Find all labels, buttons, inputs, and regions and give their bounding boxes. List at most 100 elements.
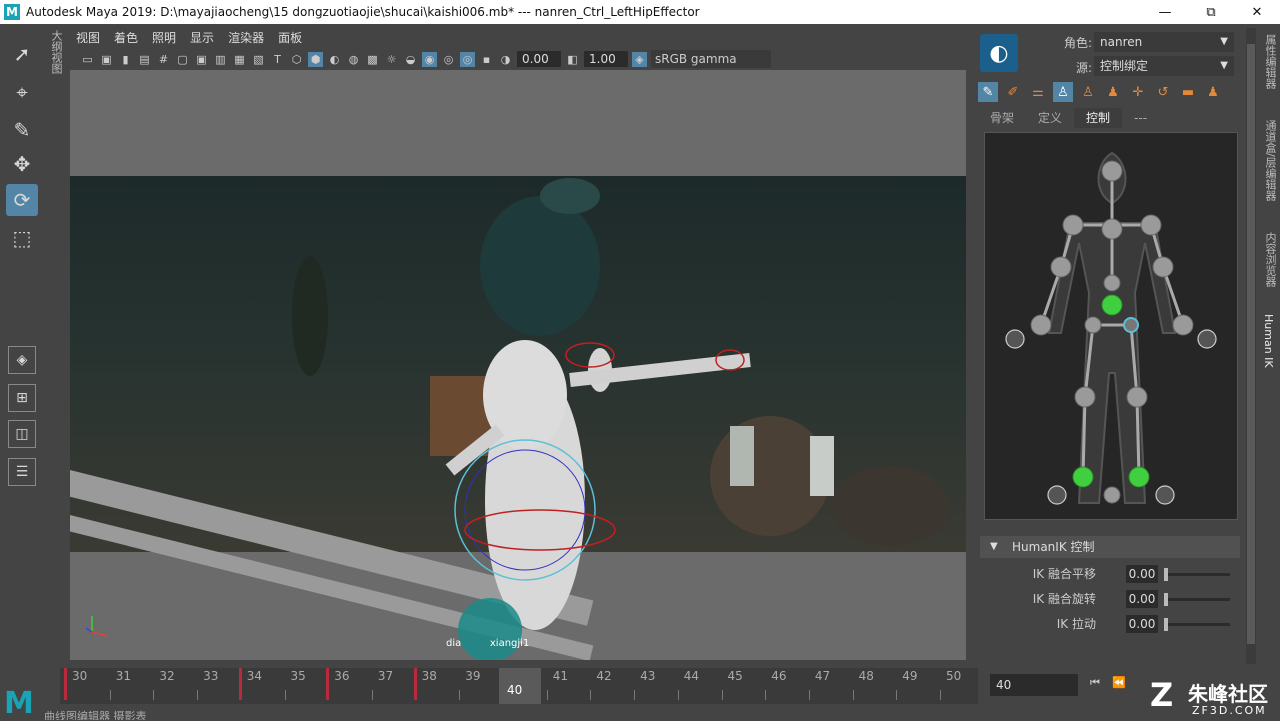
bookmark-icon[interactable]: ▮: [118, 52, 133, 67]
minimize-button[interactable]: —: [1142, 5, 1188, 20]
timeline-tick: [677, 690, 679, 700]
textured-icon[interactable]: ▩: [365, 52, 380, 67]
scale-tool-icon[interactable]: ⬚: [6, 222, 38, 254]
hik-controls-section-header[interactable]: ▼ HumanIK 控制: [980, 536, 1240, 558]
resolution-gate-icon[interactable]: ▣: [194, 52, 209, 67]
ik-blend-translate-slider[interactable]: [1164, 573, 1230, 576]
tab-attribute-editor[interactable]: 属性编辑器: [1262, 34, 1278, 89]
timeline-tick: [197, 690, 199, 700]
tab-skeleton[interactable]: 骨架: [978, 108, 1026, 128]
menu-panels[interactable]: 面板: [278, 29, 302, 46]
hik-panel-scrollbar[interactable]: [1246, 28, 1256, 664]
tab-more[interactable]: ---: [1122, 108, 1159, 128]
menu-renderer[interactable]: 渲染器: [228, 29, 264, 46]
menu-view[interactable]: 视图: [76, 29, 100, 46]
menu-show[interactable]: 显示: [190, 29, 214, 46]
ik-pull-slider[interactable]: [1164, 623, 1230, 626]
outliner-layout-icon[interactable]: ☰: [8, 458, 36, 486]
keyframe-marker[interactable]: [238, 668, 242, 700]
smooth-shade-icon[interactable]: ⬢: [308, 51, 323, 67]
camera-icon[interactable]: ▭: [80, 52, 95, 67]
color-space-select[interactable]: sRGB gamma: [651, 50, 771, 68]
field-chart-icon[interactable]: ▦: [232, 52, 247, 67]
color-management-icon[interactable]: ◈: [632, 51, 647, 67]
current-frame-field[interactable]: 40: [990, 674, 1078, 696]
human-ik-logo-icon[interactable]: ◐: [980, 34, 1018, 72]
tab-human-ik[interactable]: Human IK: [1262, 314, 1275, 368]
lasso-tool-icon[interactable]: ⌖: [6, 76, 38, 108]
current-frame-marker[interactable]: 40: [499, 668, 541, 704]
paint-select-tool-icon[interactable]: ✎: [6, 114, 38, 146]
keyframe-marker[interactable]: [64, 668, 67, 700]
lights-icon[interactable]: ☼: [384, 52, 399, 67]
ik-pull-handle[interactable]: [1164, 618, 1168, 631]
ik-blend-rotate-field[interactable]: 0.00: [1126, 590, 1158, 608]
tab-controls[interactable]: 控制: [1074, 108, 1123, 128]
single-perspective-layout-icon[interactable]: ◈: [8, 346, 36, 374]
timeline-frame-number: 49: [902, 669, 918, 683]
keyframe-marker[interactable]: [326, 668, 330, 700]
hik-character-controls-view[interactable]: [984, 132, 1238, 520]
xray-active-icon[interactable]: ◎: [460, 51, 475, 67]
wireframe-on-shaded-icon[interactable]: ◍: [346, 52, 361, 67]
rotate-tool-icon[interactable]: ⟳: [6, 184, 38, 216]
gamma-icon[interactable]: ◧: [565, 52, 580, 67]
xray-joints-icon[interactable]: ◎: [441, 52, 456, 67]
viewport-menu-bar: 视图 着色 照明 显示 渲染器 面板: [70, 26, 966, 48]
body-part-icon[interactable]: ♙: [1053, 82, 1073, 102]
safe-action-icon[interactable]: ▧: [251, 52, 266, 67]
exposure-field[interactable]: 0.00: [517, 51, 561, 67]
perspective-viewport[interactable]: dia xiangji1: [70, 70, 966, 660]
default-material-icon[interactable]: ◐: [327, 52, 342, 67]
keyframe-marker[interactable]: [413, 668, 417, 700]
pin-all-icon[interactable]: ▬: [1178, 82, 1198, 102]
fk-ik-icon[interactable]: ♟: [1203, 82, 1223, 102]
move-tool-icon[interactable]: ✥: [6, 148, 38, 180]
film-gate-icon[interactable]: ▢: [175, 52, 190, 67]
source-select[interactable]: 控制绑定 ▼: [1094, 56, 1234, 76]
grid-icon[interactable]: #: [156, 52, 171, 67]
timeline-frame-number: 38: [421, 669, 437, 683]
gamma-field[interactable]: 1.00: [584, 51, 628, 67]
select-tool-icon[interactable]: ➚: [6, 38, 38, 70]
select-edit-icon[interactable]: ✎: [978, 82, 998, 102]
xray-icon[interactable]: ◉: [422, 51, 437, 67]
timeline-frame-number: 44: [683, 669, 700, 683]
release-pin-icon[interactable]: ♟: [1103, 82, 1123, 102]
two-pane-layout-icon[interactable]: ◫: [8, 420, 36, 448]
character-select[interactable]: nanren ▼: [1094, 32, 1234, 52]
step-back-key-icon[interactable]: ⏪: [1112, 676, 1128, 692]
ik-blend-rotate-handle[interactable]: [1164, 593, 1168, 606]
outliner-vertical-tab[interactable]: 大纲视图: [46, 30, 64, 90]
ik-pull-field[interactable]: 0.00: [1126, 615, 1158, 633]
shadows-icon[interactable]: ◒: [403, 52, 418, 67]
timeline-tick: [109, 690, 111, 700]
timeline-tick: [765, 690, 767, 700]
tab-content-browser[interactable]: 内容浏览器: [1262, 232, 1278, 287]
full-body-icon[interactable]: ⚌: [1028, 82, 1048, 102]
bottom-panel-tabs[interactable]: 曲线图编辑器 摄影表: [44, 708, 444, 720]
pin-rotate-icon[interactable]: ↺: [1153, 82, 1173, 102]
maximize-button[interactable]: ⧉: [1188, 5, 1234, 20]
isolate-select-icon[interactable]: ▪: [479, 52, 494, 67]
safe-title-icon[interactable]: T: [270, 52, 285, 67]
pin-translate-icon[interactable]: ✛: [1128, 82, 1148, 102]
ik-blend-rotate-slider[interactable]: [1164, 598, 1230, 601]
close-button[interactable]: ✕: [1234, 5, 1280, 20]
menu-shading[interactable]: 着色: [114, 29, 138, 46]
tab-definition[interactable]: 定义: [1026, 108, 1074, 128]
wireframe-icon[interactable]: ⬡: [289, 52, 304, 67]
pin-edit-icon[interactable]: ✐: [1003, 82, 1023, 102]
camera-attr-icon[interactable]: ▣: [99, 52, 114, 67]
ik-blend-translate-field[interactable]: 0.00: [1126, 565, 1158, 583]
ik-blend-translate-handle[interactable]: [1164, 568, 1168, 581]
exposure-icon[interactable]: ◑: [498, 52, 513, 67]
image-plane-icon[interactable]: ▤: [137, 52, 152, 67]
tab-channel-box[interactable]: 通道盒/层编辑器: [1262, 120, 1278, 201]
gate-mask-icon[interactable]: ▥: [213, 52, 228, 67]
go-to-start-icon[interactable]: ⏮: [1090, 676, 1106, 692]
selection-icon[interactable]: ♙: [1078, 82, 1098, 102]
four-view-layout-icon[interactable]: ⊞: [8, 384, 36, 412]
menu-lighting[interactable]: 照明: [152, 29, 176, 46]
scrollbar-thumb[interactable]: [1247, 44, 1255, 644]
